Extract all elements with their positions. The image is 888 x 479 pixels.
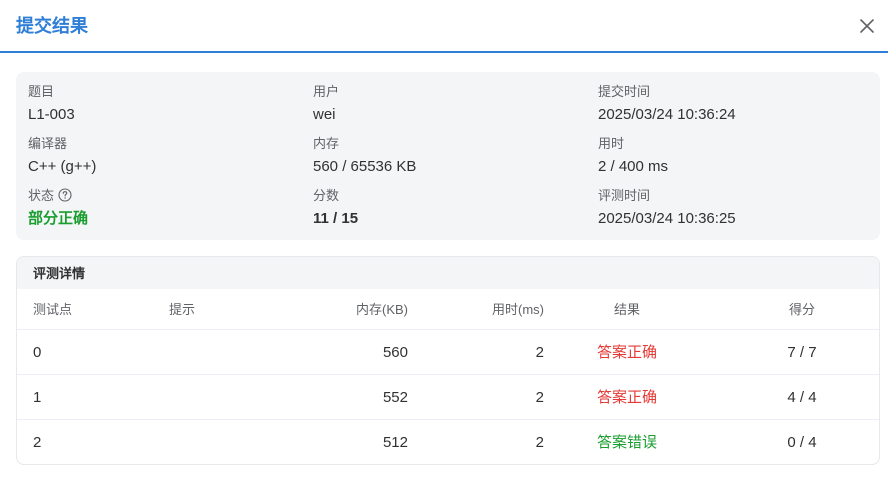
time-cell: 2 [535, 344, 544, 361]
compiler-value: C++ (g++) [28, 158, 97, 175]
judge-detail-table: 评测详情 测试点 提示 内存(KB) 用时(ms) 结果 得分 0 560 2 … [16, 256, 880, 465]
problem-value: L1-003 [28, 106, 75, 123]
result-cell: 答案正确 [596, 344, 657, 361]
judge-time-label: 评测时间 [598, 188, 651, 203]
table-row: 0 560 2 答案正确 7 / 7 [17, 329, 879, 375]
problem-label: 题目 [28, 84, 55, 99]
case-cell: 0 [33, 344, 42, 361]
submit-time-label: 提交时间 [598, 84, 651, 99]
close-button[interactable] [857, 16, 877, 36]
time-cell: 2 [535, 389, 544, 406]
column-header-memory: 内存(KB) [355, 302, 408, 317]
table-row: 1 552 2 答案正确 4 / 4 [17, 374, 879, 420]
status-value: 部分正确 [28, 210, 89, 227]
score-value: 11 / 15 [313, 210, 359, 227]
judge-detail-header: 评测详情 [17, 257, 879, 289]
close-icon [860, 19, 874, 33]
compiler-label: 编译器 [28, 136, 68, 151]
time-label: 用时 [598, 136, 625, 151]
submission-summary: 题目 L1-003 编译器 C++ (g++) 状态 部分正确 用户 wei 内… [16, 72, 880, 240]
time-value: 2 / 400 ms [598, 158, 669, 175]
dialog-title: 提交结果 [16, 16, 88, 36]
score-cell: 0 / 4 [787, 434, 817, 451]
score-cell: 7 / 7 [787, 344, 817, 361]
column-header-case: 测试点 [33, 302, 73, 317]
score-label: 分数 [313, 188, 340, 203]
status-label: 状态 [28, 188, 55, 203]
judge-time-value: 2025/03/24 10:36:25 [598, 210, 736, 227]
case-cell: 2 [33, 434, 42, 451]
user-value: wei [313, 106, 336, 123]
memory-cell: 512 [382, 434, 408, 451]
submission-result-dialog: 提交结果 题目 L1-003 编译器 C++ (g++) 状态 部分正确 用户 … [0, 0, 888, 479]
memory-cell: 560 [382, 344, 408, 361]
result-cell: 答案错误 [596, 434, 657, 451]
case-cell: 1 [33, 389, 42, 406]
column-header-result: 结果 [613, 302, 640, 317]
question-circle-icon[interactable] [58, 188, 72, 202]
column-header-hint: 提示 [169, 302, 196, 317]
memory-label: 内存 [313, 136, 340, 151]
status-label-row: 状态 [28, 187, 72, 205]
result-cell: 答案正确 [596, 389, 657, 406]
judge-detail-title: 评测详情 [33, 266, 86, 281]
submit-time-value: 2025/03/24 10:36:24 [598, 106, 736, 123]
memory-value: 560 / 65536 KB [313, 158, 417, 175]
score-cell: 4 / 4 [787, 389, 817, 406]
column-header-time: 用时(ms) [492, 302, 544, 317]
column-header-score: 得分 [788, 302, 815, 317]
memory-cell: 552 [382, 389, 408, 406]
dialog-header: 提交结果 [0, 0, 888, 53]
time-cell: 2 [535, 434, 544, 451]
user-label: 用户 [313, 84, 340, 99]
table-row: 2 512 2 答案错误 0 / 4 [17, 419, 879, 464]
